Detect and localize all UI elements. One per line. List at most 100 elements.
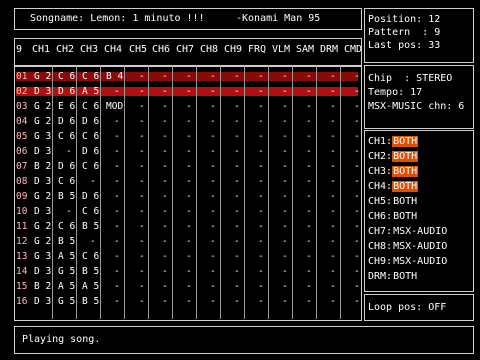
- pattern-cell[interactable]: E 6: [58, 102, 75, 112]
- pattern-cell[interactable]: -: [114, 117, 120, 127]
- pattern-cell[interactable]: -: [306, 267, 312, 277]
- pattern-row[interactable]: 01 G 2 C 6 C 6 B 4 - - - - - - - - - -: [16, 72, 360, 82]
- pattern-cell[interactable]: -: [282, 252, 288, 262]
- pattern-cell[interactable]: -: [330, 192, 336, 202]
- pattern-cell[interactable]: B 5: [82, 297, 99, 307]
- pattern-cell[interactable]: G 2: [34, 102, 51, 112]
- pattern-cell[interactable]: -: [186, 72, 192, 82]
- pattern-cell[interactable]: -: [66, 147, 72, 157]
- pattern-cell[interactable]: C 6: [58, 72, 75, 82]
- pattern-cell[interactable]: B 5: [58, 237, 75, 247]
- pattern-cell[interactable]: -: [258, 72, 264, 82]
- pattern-cell[interactable]: -: [139, 252, 145, 262]
- pattern-cell[interactable]: -: [354, 177, 360, 187]
- pattern-cell[interactable]: -: [234, 162, 240, 172]
- channel-output-item[interactable]: CH1:BOTH: [368, 136, 419, 147]
- pattern-cell[interactable]: -: [162, 282, 168, 292]
- pattern-cell[interactable]: -: [354, 192, 360, 202]
- pattern-cell[interactable]: C 6: [82, 162, 99, 172]
- pattern-cell[interactable]: -: [114, 267, 120, 277]
- pattern-cell[interactable]: -: [306, 117, 312, 127]
- pattern-cell[interactable]: -: [354, 222, 360, 232]
- pattern-cell[interactable]: G 2: [34, 237, 51, 247]
- pattern-cell[interactable]: -: [162, 117, 168, 127]
- pattern-cell[interactable]: -: [306, 207, 312, 217]
- pattern-cell[interactable]: -: [162, 267, 168, 277]
- pattern-cell[interactable]: A 5: [58, 282, 75, 292]
- pattern-cell[interactable]: -: [234, 267, 240, 277]
- pattern-cell[interactable]: C 6: [82, 132, 99, 142]
- channel-output-value[interactable]: BOTH: [392, 151, 419, 162]
- pattern-cell[interactable]: -: [354, 162, 360, 172]
- pattern-cell[interactable]: -: [354, 117, 360, 127]
- pattern-cell[interactable]: -: [162, 237, 168, 247]
- pattern-cell[interactable]: -: [139, 267, 145, 277]
- pattern-cell[interactable]: -: [306, 102, 312, 112]
- pattern-cell[interactable]: -: [210, 132, 216, 142]
- pattern-cell[interactable]: G 2: [34, 117, 51, 127]
- pattern-cell[interactable]: -: [354, 252, 360, 262]
- pattern-cell[interactable]: -: [114, 237, 120, 247]
- channel-output-value[interactable]: MSX-AUDIO: [392, 241, 448, 252]
- pattern-cell[interactable]: -: [282, 87, 288, 97]
- pattern-cell[interactable]: -: [186, 222, 192, 232]
- pattern-cell[interactable]: -: [186, 297, 192, 307]
- pattern-cell[interactable]: -: [330, 207, 336, 217]
- pattern-cell[interactable]: -: [234, 192, 240, 202]
- pattern-cell[interactable]: -: [234, 132, 240, 142]
- pattern-cell[interactable]: -: [186, 267, 192, 277]
- pattern-cell[interactable]: -: [162, 297, 168, 307]
- pattern-cell[interactable]: -: [234, 87, 240, 97]
- pattern-cell[interactable]: -: [210, 162, 216, 172]
- pattern-row-current[interactable]: 02 D 3 D 6 A 5 - - - - - - - - - - -: [16, 87, 360, 97]
- pattern-cell[interactable]: -: [234, 282, 240, 292]
- pattern-cell[interactable]: -: [114, 297, 120, 307]
- pattern-cell[interactable]: B 5: [82, 267, 99, 277]
- pattern-cell[interactable]: -: [330, 297, 336, 307]
- pattern-cell[interactable]: -: [258, 117, 264, 127]
- pattern-cell[interactable]: -: [186, 177, 192, 187]
- channel-output-item[interactable]: CH8:MSX-AUDIO: [368, 242, 448, 252]
- pattern-cell[interactable]: -: [162, 132, 168, 142]
- pattern-cell[interactable]: -: [306, 72, 312, 82]
- pattern-cell[interactable]: -: [258, 87, 264, 97]
- pattern-cell[interactable]: -: [114, 177, 120, 187]
- pattern-cell[interactable]: G 2: [34, 192, 51, 202]
- pattern-cell[interactable]: -: [186, 102, 192, 112]
- pattern-cell[interactable]: -: [186, 237, 192, 247]
- pattern-cell[interactable]: -: [258, 207, 264, 217]
- pattern-cell[interactable]: G 3: [34, 252, 51, 262]
- channel-output-value[interactable]: BOTH: [392, 166, 419, 177]
- pattern-cell[interactable]: -: [162, 147, 168, 157]
- pattern-cell[interactable]: -: [186, 252, 192, 262]
- pattern-cell[interactable]: D 3: [34, 87, 51, 97]
- pattern-cell[interactable]: -: [306, 162, 312, 172]
- pattern-cell[interactable]: D 6: [58, 87, 75, 97]
- pattern-cell[interactable]: -: [234, 117, 240, 127]
- pattern-cell[interactable]: -: [210, 252, 216, 262]
- pattern-cell[interactable]: -: [234, 177, 240, 187]
- pattern-cell[interactable]: -: [306, 132, 312, 142]
- pattern-cell[interactable]: -: [258, 102, 264, 112]
- pattern-cell[interactable]: -: [139, 282, 145, 292]
- pattern-cell[interactable]: -: [306, 297, 312, 307]
- pattern-cell[interactable]: B 5: [58, 192, 75, 202]
- pattern-cell[interactable]: -: [139, 192, 145, 202]
- pattern-cell[interactable]: -: [258, 192, 264, 202]
- pattern-cell[interactable]: -: [306, 87, 312, 97]
- pattern-cell[interactable]: -: [258, 162, 264, 172]
- channel-output-value[interactable]: MSX-AUDIO: [392, 226, 448, 237]
- pattern-cell[interactable]: -: [139, 207, 145, 217]
- pattern-cell[interactable]: -: [90, 237, 96, 247]
- pattern-cell[interactable]: D 6: [82, 147, 99, 157]
- pattern-cell[interactable]: -: [114, 132, 120, 142]
- pattern-cell[interactable]: -: [114, 222, 120, 232]
- pattern-cell[interactable]: C 6: [82, 72, 99, 82]
- pattern-cell[interactable]: -: [162, 207, 168, 217]
- pattern-cell[interactable]: -: [354, 102, 360, 112]
- pattern-cell[interactable]: -: [210, 147, 216, 157]
- pattern-cell[interactable]: -: [258, 297, 264, 307]
- pattern-cell[interactable]: D 6: [58, 162, 75, 172]
- pattern-cell[interactable]: -: [162, 87, 168, 97]
- pattern-cell[interactable]: -: [90, 177, 96, 187]
